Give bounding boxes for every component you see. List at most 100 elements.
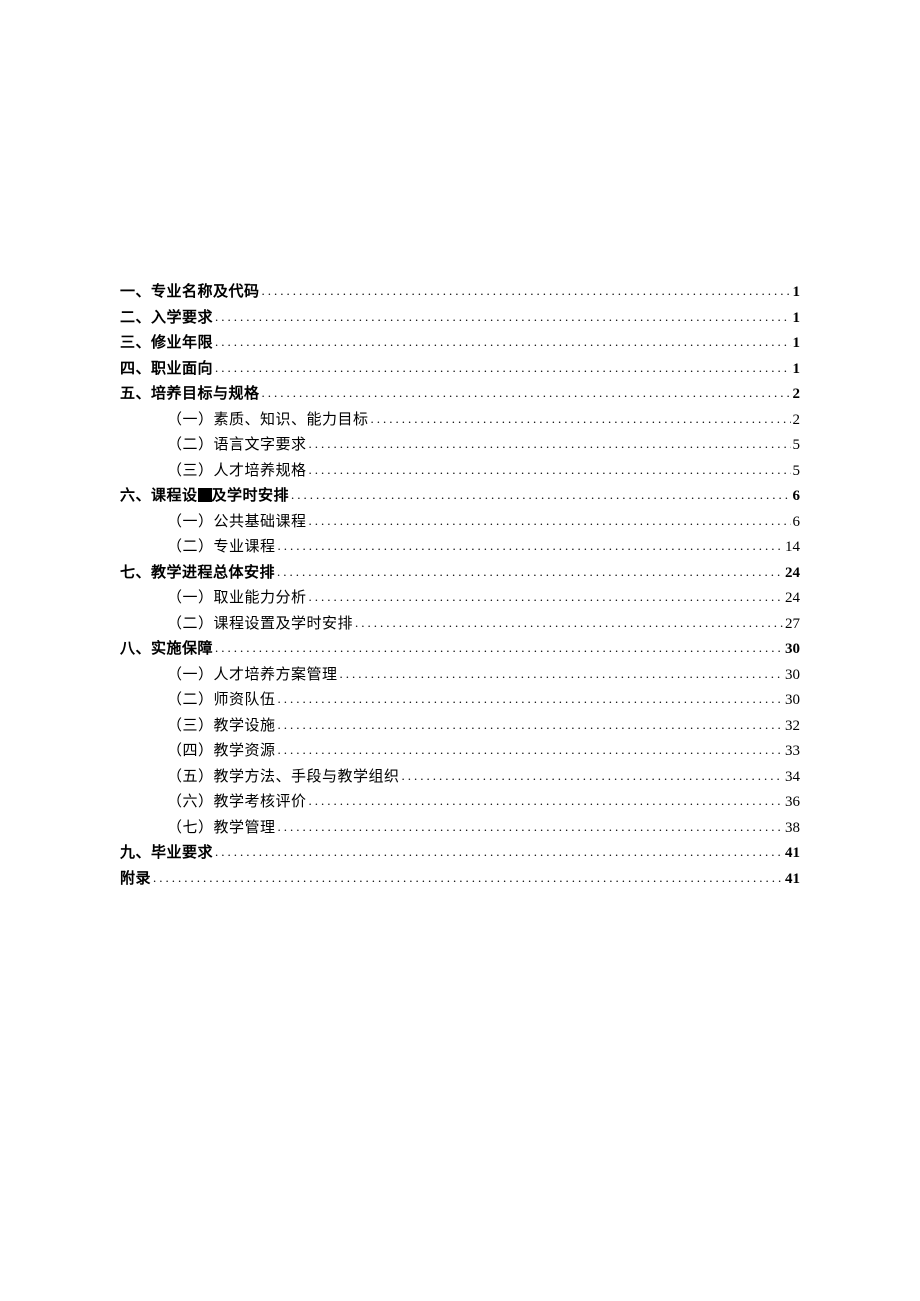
- toc-page-number: 41: [785, 867, 800, 893]
- toc-label: 二、入学要求: [120, 306, 213, 332]
- toc-leader-dots: ........................................…: [355, 612, 783, 634]
- toc-page-number: 27: [785, 612, 800, 638]
- toc-entry: （二）课程设置及学时安排............................…: [120, 612, 800, 638]
- table-of-contents: 一、专业名称及代码...............................…: [120, 280, 800, 892]
- toc-page-number: 38: [785, 816, 800, 842]
- toc-label: 附录: [120, 867, 151, 893]
- toc-entry: 八、实施保障..................................…: [120, 637, 800, 663]
- toc-label-text-pre: 六、课程设: [120, 488, 198, 504]
- toc-leader-dots: ........................................…: [309, 433, 791, 455]
- toc-leader-dots: ........................................…: [153, 867, 783, 889]
- toc-entry: （三）人才培养规格...............................…: [120, 459, 800, 485]
- toc-entry: （二）语言文字要求...............................…: [120, 433, 800, 459]
- toc-label: （一）素质、知识、能力目标: [167, 408, 369, 434]
- toc-page-number: 24: [785, 561, 800, 587]
- toc-page-number: 34: [785, 765, 800, 791]
- toc-entry: 七、教学进程总体安排..............................…: [120, 561, 800, 587]
- toc-leader-dots: ........................................…: [291, 484, 790, 506]
- toc-entry: 三、修业年限..................................…: [120, 331, 800, 357]
- toc-label: （一）公共基础课程: [167, 510, 307, 536]
- toc-label: 六、课程设及学时安排: [120, 484, 289, 510]
- toc-page-number: 1: [793, 306, 801, 332]
- toc-entry: （六）教学考核评价...............................…: [120, 790, 800, 816]
- toc-leader-dots: ........................................…: [278, 816, 783, 838]
- toc-leader-dots: ........................................…: [215, 331, 790, 353]
- toc-page-number: 14: [785, 535, 800, 561]
- toc-leader-dots: ........................................…: [278, 688, 783, 710]
- toc-entry: （三）教学设施.................................…: [120, 714, 800, 740]
- toc-label: （四）教学资源: [167, 739, 276, 765]
- toc-leader-dots: ........................................…: [309, 790, 783, 812]
- toc-label: （一）人才培养方案管理: [167, 663, 338, 689]
- toc-page-number: 32: [785, 714, 800, 740]
- toc-leader-dots: ........................................…: [278, 739, 783, 761]
- toc-entry: 五、培养目标与规格...............................…: [120, 382, 800, 408]
- toc-leader-dots: ........................................…: [309, 459, 791, 481]
- toc-page-number: 24: [785, 586, 800, 612]
- toc-label: （二）师资队伍: [167, 688, 276, 714]
- toc-entry: 附录......................................…: [120, 867, 800, 893]
- toc-leader-dots: ........................................…: [277, 561, 783, 583]
- toc-entry: 二、入学要求..................................…: [120, 306, 800, 332]
- placeholder-square-icon: [198, 488, 212, 502]
- toc-page-number: 6: [793, 510, 801, 536]
- toc-entry: 六、课程设及学时安排..............................…: [120, 484, 800, 510]
- toc-page-number: 30: [785, 663, 800, 689]
- toc-leader-dots: ........................................…: [402, 765, 783, 787]
- toc-leader-dots: ........................................…: [262, 382, 791, 404]
- toc-label: 九、毕业要求: [120, 841, 213, 867]
- toc-page-number: 36: [785, 790, 800, 816]
- toc-leader-dots: ........................................…: [215, 306, 790, 328]
- toc-leader-dots: ........................................…: [215, 357, 790, 379]
- toc-label: （二）课程设置及学时安排: [167, 612, 353, 638]
- toc-entry: （七）教学管理.................................…: [120, 816, 800, 842]
- toc-page-number: 1: [793, 357, 801, 383]
- toc-page-number: 33: [785, 739, 800, 765]
- toc-entry: （一）取业能力分析...............................…: [120, 586, 800, 612]
- toc-leader-dots: ........................................…: [309, 510, 791, 532]
- toc-label: （六）教学考核评价: [167, 790, 307, 816]
- toc-leader-dots: ........................................…: [262, 280, 791, 302]
- toc-label: 七、教学进程总体安排: [120, 561, 275, 587]
- toc-page-number: 30: [785, 637, 800, 663]
- toc-label: （二）专业课程: [167, 535, 276, 561]
- toc-page-number: 41: [785, 841, 800, 867]
- toc-entry: （二）专业课程.................................…: [120, 535, 800, 561]
- toc-label: 四、职业面向: [120, 357, 213, 383]
- toc-entry: （一）公共基础课程...............................…: [120, 510, 800, 536]
- toc-page-number: 2: [793, 382, 801, 408]
- toc-label: 八、实施保障: [120, 637, 213, 663]
- toc-label: （三）教学设施: [167, 714, 276, 740]
- toc-entry: （五）教学方法、手段与教学组织.........................…: [120, 765, 800, 791]
- toc-leader-dots: ........................................…: [340, 663, 783, 685]
- toc-entry: 九、毕业要求..................................…: [120, 841, 800, 867]
- toc-label: （一）取业能力分析: [167, 586, 307, 612]
- toc-leader-dots: ........................................…: [309, 586, 783, 608]
- toc-entry: （四）教学资源.................................…: [120, 739, 800, 765]
- toc-label: 三、修业年限: [120, 331, 213, 357]
- toc-page-number: 5: [793, 459, 801, 485]
- toc-page-number: 6: [793, 484, 801, 510]
- toc-entry: （一）素质、知识、能力目标...........................…: [120, 408, 800, 434]
- toc-label: （五）教学方法、手段与教学组织: [167, 765, 400, 791]
- toc-leader-dots: ........................................…: [215, 841, 783, 863]
- toc-leader-dots: ........................................…: [371, 408, 791, 430]
- toc-label: 五、培养目标与规格: [120, 382, 260, 408]
- toc-leader-dots: ........................................…: [278, 535, 783, 557]
- toc-page-number: 2: [793, 408, 801, 434]
- toc-entry: （二）师资队伍.................................…: [120, 688, 800, 714]
- toc-entry: （一）人才培养方案管理.............................…: [120, 663, 800, 689]
- toc-entry: 四、职业面向..................................…: [120, 357, 800, 383]
- toc-label: （七）教学管理: [167, 816, 276, 842]
- toc-label-text-post: 及学时安排: [212, 488, 290, 504]
- toc-page-number: 1: [793, 280, 801, 306]
- toc-label: （三）人才培养规格: [167, 459, 307, 485]
- toc-page-number: 1: [793, 331, 801, 357]
- toc-leader-dots: ........................................…: [215, 637, 783, 659]
- toc-label: （二）语言文字要求: [167, 433, 307, 459]
- toc-leader-dots: ........................................…: [278, 714, 783, 736]
- toc-page-number: 5: [793, 433, 801, 459]
- toc-entry: 一、专业名称及代码...............................…: [120, 280, 800, 306]
- toc-page-number: 30: [785, 688, 800, 714]
- toc-label: 一、专业名称及代码: [120, 280, 260, 306]
